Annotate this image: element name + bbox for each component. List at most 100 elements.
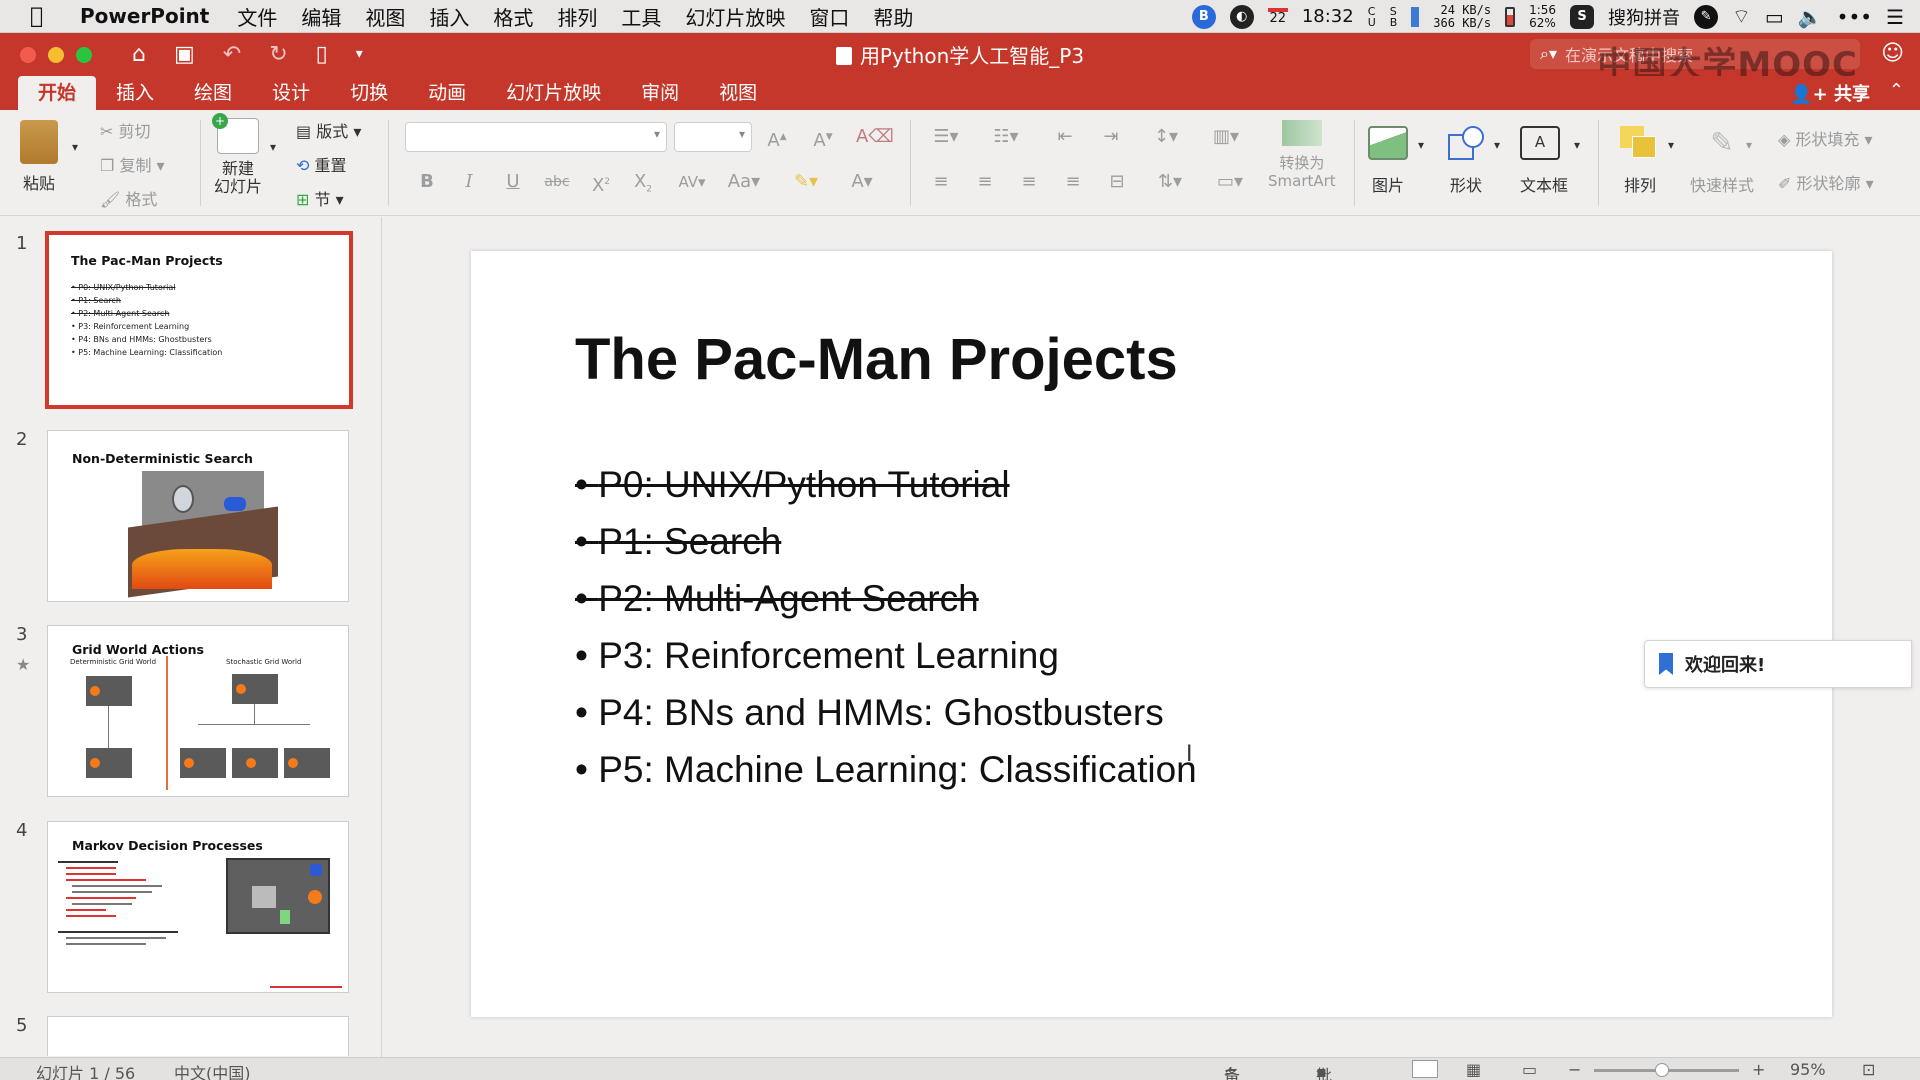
menu-file[interactable]: 文件 [237,2,277,31]
convert-smartart-button[interactable]: 转换为 SmartArt [1268,120,1336,190]
tab-design[interactable]: 设计 [252,76,330,110]
subscript-icon[interactable]: X2 [626,168,660,196]
font-color-icon[interactable]: A▾ [842,168,882,196]
fit-to-window-icon[interactable]: ⊡ [1862,1060,1875,1079]
paste-button[interactable]: 粘贴 [20,120,58,194]
shape-button[interactable]: 形状 [1446,126,1486,196]
reset-button[interactable]: ⟲ 重置 [296,152,347,176]
align-text-icon[interactable]: ▭▾ [1208,168,1252,196]
feedback-smiley-icon[interactable]: ☺ [1881,41,1904,66]
bullet-item[interactable]: P0: UNIX/Python Tutorial [575,456,1197,513]
font-size-select[interactable]: ▾ [674,122,752,152]
format-painter-button[interactable]: 🖌 格式 [100,186,157,210]
tab-home[interactable]: 开始 [18,76,97,110]
battery-icon[interactable] [1505,6,1516,27]
menu-help[interactable]: 帮助 [873,2,913,31]
menu-edit[interactable]: 编辑 [301,2,341,31]
reading-view-icon[interactable]: ▭ [1522,1060,1537,1079]
clock[interactable]: 18:32 [1302,6,1354,27]
underline-icon[interactable]: U [496,168,530,196]
layout-button[interactable]: ▤ 版式 ▾ [296,118,361,142]
align-center-icon[interactable]: ≡ [968,168,1002,196]
share-button[interactable]: 👤+ 共享 [1790,80,1870,106]
minimize-window-button[interactable] [48,46,64,63]
tab-draw[interactable]: 绘图 [174,76,252,110]
justify-icon[interactable]: ≡ [1056,168,1090,196]
bullets-icon[interactable]: ☰▾ [924,123,968,151]
align-left-icon[interactable]: ≡ [924,168,958,196]
menu-arrange[interactable]: 排列 [557,2,597,31]
strikethrough-icon[interactable]: abc [540,168,574,196]
zoom-window-button[interactable] [76,46,92,63]
menu-view[interactable]: 视图 [365,2,405,31]
sorter-view-icon[interactable]: ▦ [1466,1060,1481,1079]
bullet-item[interactable]: P4: BNs and HMMs: Ghostbusters [575,684,1197,741]
volume-icon[interactable]: 🔈 [1798,5,1823,29]
columns-icon[interactable]: ▥▾ [1204,123,1248,151]
bullet-item[interactable]: P2: Multi-Agent Search [575,570,1197,627]
sogou-icon[interactable]: S [1570,4,1595,29]
input-method[interactable]: 搜狗拼音 [1608,4,1680,30]
search-input[interactable]: ⌕▾ 在演示文稿中搜索 [1530,39,1860,69]
increase-indent-icon[interactable]: ⇥ [1094,123,1128,151]
slide-thumbnail-4[interactable]: Markov Decision Processes [47,821,349,993]
copy-button[interactable]: ❐ 复制 ▾ [100,152,165,176]
superscript-icon[interactable]: X2 [584,168,618,196]
new-slide-dropdown-icon[interactable]: ▾ [270,140,276,154]
close-window-button[interactable] [20,46,36,63]
home-icon[interactable]: ⌂ [132,42,146,67]
language-indicator[interactable]: 中文(中国) [174,1060,251,1080]
quick-styles-dropdown-icon[interactable]: ▾ [1746,138,1752,152]
bullet-item[interactable]: P1: Search [575,513,1197,570]
bullet-item[interactable]: P5: Machine Learning: Classification [575,741,1197,798]
change-case-icon[interactable]: Aa▾ [724,168,764,196]
cut-button[interactable]: ✂ 剪切 [100,118,151,142]
slide-thumbnail-5[interactable] [47,1016,349,1056]
tab-insert[interactable]: 插入 [96,76,174,110]
tab-slideshow[interactable]: 幻灯片放映 [486,76,621,110]
notification-center-icon[interactable]: ☰ [1886,5,1904,29]
bluetooth-icon[interactable]: B [1191,4,1216,29]
airplay-icon[interactable]: ▭ [1765,5,1784,29]
bold-icon[interactable]: B [410,168,444,196]
tab-review[interactable]: 审阅 [621,76,699,110]
zoom-slider-handle[interactable] [1655,1063,1669,1077]
shape-dropdown-icon[interactable]: ▾ [1494,138,1500,152]
numbering-icon[interactable]: ☷▾ [984,123,1028,151]
distribute-icon[interactable]: ⊟ [1100,168,1134,196]
menu-slideshow[interactable]: 幻灯片放映 [685,2,785,31]
decrease-indent-icon[interactable]: ⇤ [1048,123,1082,151]
zoom-level[interactable]: 95% [1790,1060,1826,1079]
tab-animations[interactable]: 动画 [408,76,486,110]
bullet-item[interactable]: P3: Reinforcement Learning [575,627,1197,684]
clear-format-icon[interactable]: A⌫ [856,123,894,151]
quick-styles-button[interactable]: ✎ 快速样式 [1690,126,1754,196]
align-right-icon[interactable]: ≡ [1012,168,1046,196]
highlight-icon[interactable]: ✎▾ [786,168,826,196]
save-icon[interactable]: ▣ [174,42,195,67]
paste-dropdown-icon[interactable]: ▾ [72,140,78,154]
network-speed[interactable]: 24 KB/s 366 KB/s [1433,3,1491,30]
line-spacing-icon[interactable]: ↕▾ [1144,123,1188,151]
arrange-dropdown-icon[interactable]: ▾ [1668,138,1674,152]
slide-bullet-list[interactable]: P0: UNIX/Python Tutorial P1: Search P2: … [575,456,1197,798]
app-logo-icon[interactable]: ✎ [1694,4,1719,29]
slide-thumbnail-2[interactable]: Non-Deterministic Search [47,430,349,602]
app-status-icon[interactable]: ◐ [1229,4,1254,29]
shape-fill-button[interactable]: ◈ 形状填充 ▾ [1778,126,1873,150]
font-name-select[interactable]: ▾ [405,122,667,152]
current-slide[interactable]: The Pac-Man Projects P0: UNIX/Python Tut… [471,251,1832,1017]
apple-icon[interactable]:  [30,4,66,29]
tab-transitions[interactable]: 切换 [330,76,408,110]
tab-view[interactable]: 视图 [699,76,777,110]
textbox-button[interactable]: A 文本框 [1520,126,1568,196]
menu-format[interactable]: 格式 [493,2,533,31]
arrange-button[interactable]: 排列 [1620,126,1660,196]
more-icon[interactable]: ••• [1837,5,1872,29]
slide-title[interactable]: The Pac-Man Projects [575,326,1178,393]
undo-icon[interactable]: ↶ [223,42,241,67]
collapse-ribbon-icon[interactable]: ⌃ [1889,80,1904,101]
normal-view-icon[interactable] [1412,1060,1438,1078]
menu-insert[interactable]: 插入 [429,2,469,31]
wifi-icon[interactable]: ⌔ [1732,4,1751,29]
